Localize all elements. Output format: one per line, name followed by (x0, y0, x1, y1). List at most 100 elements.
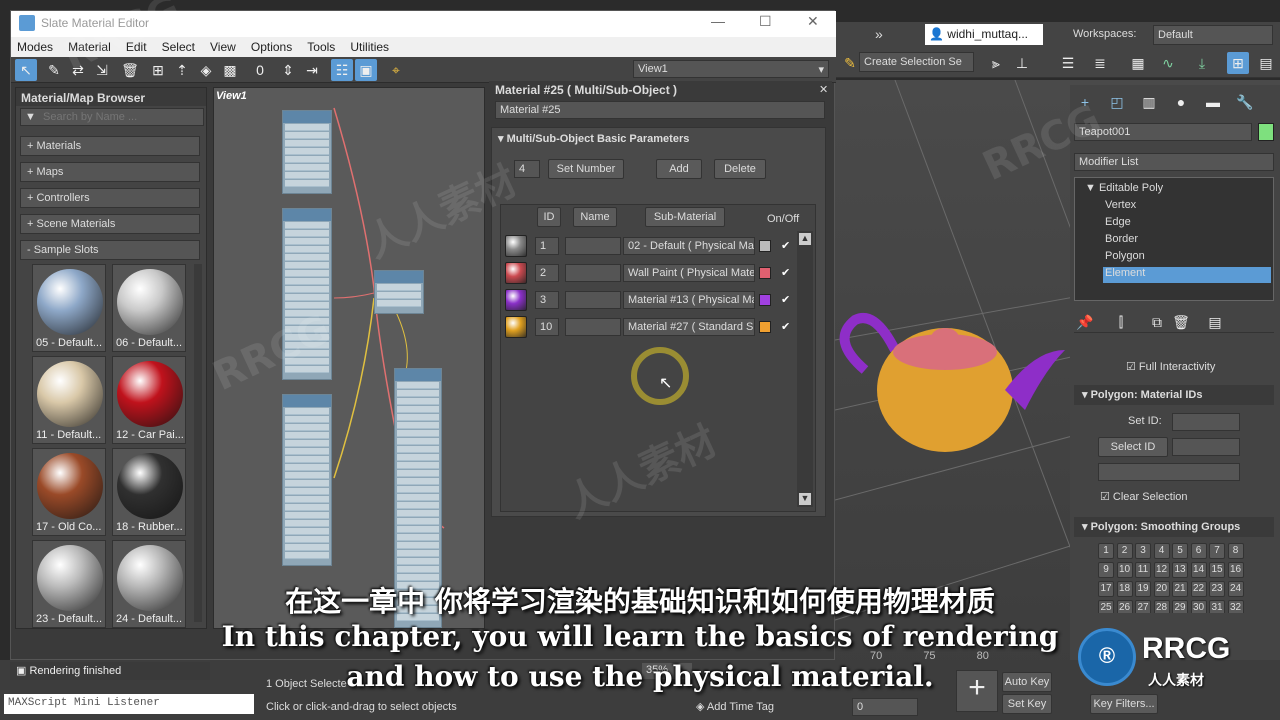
node-slot[interactable] (285, 318, 329, 325)
browser-search[interactable]: ▼ (20, 108, 204, 126)
layer-explorer-icon[interactable]: ≣ (1089, 52, 1111, 74)
sub-material-onoff-checkbox[interactable]: ✔ (781, 320, 793, 333)
select-id-button[interactable]: Select ID (1098, 437, 1168, 457)
node-slot[interactable] (397, 494, 439, 501)
material-ids-rollout-header[interactable]: ▾ Polygon: Material IDs (1074, 385, 1274, 405)
node-slot[interactable] (397, 414, 439, 421)
node-slot[interactable] (285, 342, 329, 349)
multi-sub-object-node[interactable] (374, 270, 424, 314)
layout-children-icon[interactable]: ⇥ (301, 59, 323, 81)
node-slot[interactable] (285, 496, 329, 503)
rollout-materials[interactable]: + Materials (20, 136, 200, 156)
node-slot[interactable] (285, 270, 329, 277)
node-slot[interactable] (285, 424, 329, 431)
material-id-icon[interactable]: 0 (249, 59, 271, 81)
current-frame-spinner[interactable]: 0 (852, 698, 918, 716)
sub-material-color[interactable] (759, 267, 771, 279)
node-slot[interactable] (397, 534, 439, 541)
rollout-scene-materials[interactable]: + Scene Materials (20, 214, 200, 234)
background-icon[interactable]: ▩ (219, 59, 241, 81)
sub-list-scrollbar[interactable]: ▲ ▼ (797, 231, 813, 507)
node-slot[interactable] (285, 552, 329, 559)
sample-slot[interactable]: 12 - Car Pai... (112, 356, 186, 444)
stack-item-element[interactable]: Element (1103, 267, 1271, 283)
sub-material-id[interactable]: 2 (535, 264, 559, 282)
smoothing-group-button[interactable]: 6 (1190, 543, 1207, 559)
teapot-object[interactable] (835, 290, 1095, 460)
scroll-up-icon[interactable]: ▲ (799, 233, 811, 245)
node-slot[interactable] (285, 140, 329, 147)
node-slot[interactable] (397, 566, 439, 573)
node-slot[interactable] (285, 180, 329, 187)
toggle-ribbon-icon[interactable]: ▦ (1127, 52, 1149, 74)
stack-item-border[interactable]: Border (1105, 233, 1138, 245)
node-slot[interactable] (397, 446, 439, 453)
sub-material-button[interactable]: Material #13 ( Physical Ma (623, 291, 755, 309)
menu-utilities[interactable]: Utilities (344, 37, 395, 57)
node-slot[interactable] (397, 454, 439, 461)
close-icon[interactable]: ✕ (807, 13, 819, 30)
node-slot[interactable] (285, 278, 329, 285)
node-slot[interactable] (285, 172, 329, 179)
node-header[interactable] (283, 209, 331, 221)
node-slot[interactable] (397, 542, 439, 549)
node-slot[interactable] (377, 284, 421, 291)
sub-material-color[interactable] (759, 294, 771, 306)
select-id-spinner[interactable] (1172, 438, 1240, 456)
select-by-material-icon[interactable]: ⌖ (385, 59, 407, 81)
smoothing-group-button[interactable]: 12 (1153, 562, 1170, 578)
smoothing-group-button[interactable]: 11 (1135, 562, 1151, 578)
col-name-header[interactable]: Name (573, 207, 617, 227)
schematic-view-icon[interactable]: ⤓ (1191, 52, 1213, 74)
sub-material-preview[interactable] (505, 316, 527, 338)
node-slot[interactable] (397, 486, 439, 493)
display-tab-icon[interactable]: ▬ (1202, 91, 1224, 113)
node-slot[interactable] (397, 438, 439, 445)
node-slot[interactable] (285, 230, 329, 237)
node-slot[interactable] (285, 310, 329, 317)
sub-material-button[interactable]: Wall Paint ( Physical Mater (623, 264, 755, 282)
node-slot[interactable] (285, 294, 329, 301)
node-slot[interactable] (397, 462, 439, 469)
material-node[interactable] (282, 394, 332, 566)
sub-material-onoff-checkbox[interactable]: ✔ (781, 293, 793, 306)
menu-material[interactable]: Material (62, 37, 117, 57)
node-slot[interactable] (377, 300, 421, 307)
set-number-input[interactable]: 4 (514, 160, 540, 178)
search-input[interactable] (43, 110, 201, 124)
modify-tab-icon[interactable]: ◰ (1106, 91, 1128, 113)
clear-selection-row[interactable]: ☑ Clear Selection (1100, 490, 1280, 503)
layout-vertical-icon[interactable]: ⇕ (277, 59, 299, 81)
material-node[interactable] (282, 208, 332, 380)
col-sub-header[interactable]: Sub-Material (645, 207, 725, 227)
menu-view[interactable]: View (204, 37, 242, 57)
rollout-sample-slots[interactable]: - Sample Slots (20, 240, 200, 260)
node-slot[interactable] (285, 132, 329, 139)
node-slot[interactable] (285, 528, 329, 535)
node-slot[interactable] (397, 470, 439, 477)
node-slot[interactable] (285, 246, 329, 253)
chevron-right-icon[interactable]: » (875, 26, 883, 42)
rollout-controllers[interactable]: + Controllers (20, 188, 200, 208)
make-unique-icon[interactable]: ⧉ (1146, 311, 1168, 333)
parameter-editor-toggle-icon[interactable]: ▣ (355, 59, 377, 81)
node-slot[interactable] (377, 292, 421, 299)
smoothing-group-button[interactable]: 3 (1135, 543, 1151, 559)
node-slot[interactable] (285, 254, 329, 261)
sub-material-id[interactable]: 10 (535, 318, 559, 336)
sub-material-id[interactable]: 3 (535, 291, 559, 309)
sub-material-onoff-checkbox[interactable]: ✔ (781, 266, 793, 279)
move-children-icon[interactable]: ⊞ (147, 59, 169, 81)
show-map-icon[interactable]: ◈ (195, 59, 217, 81)
object-name-field[interactable]: Teapot001 (1074, 123, 1252, 141)
smoothing-group-button[interactable]: 8 (1227, 543, 1244, 559)
render-setup-icon[interactable]: ▤ (1255, 52, 1277, 74)
rollout-maps[interactable]: + Maps (20, 162, 200, 182)
smoothing-group-button[interactable]: 13 (1172, 562, 1188, 578)
node-slot[interactable] (397, 382, 439, 389)
smoothing-group-button[interactable]: 9 (1098, 562, 1114, 578)
node-slot[interactable] (397, 526, 439, 533)
smoothing-group-button[interactable]: 5 (1172, 543, 1188, 559)
set-id-spinner[interactable] (1172, 413, 1240, 431)
node-slot[interactable] (397, 550, 439, 557)
